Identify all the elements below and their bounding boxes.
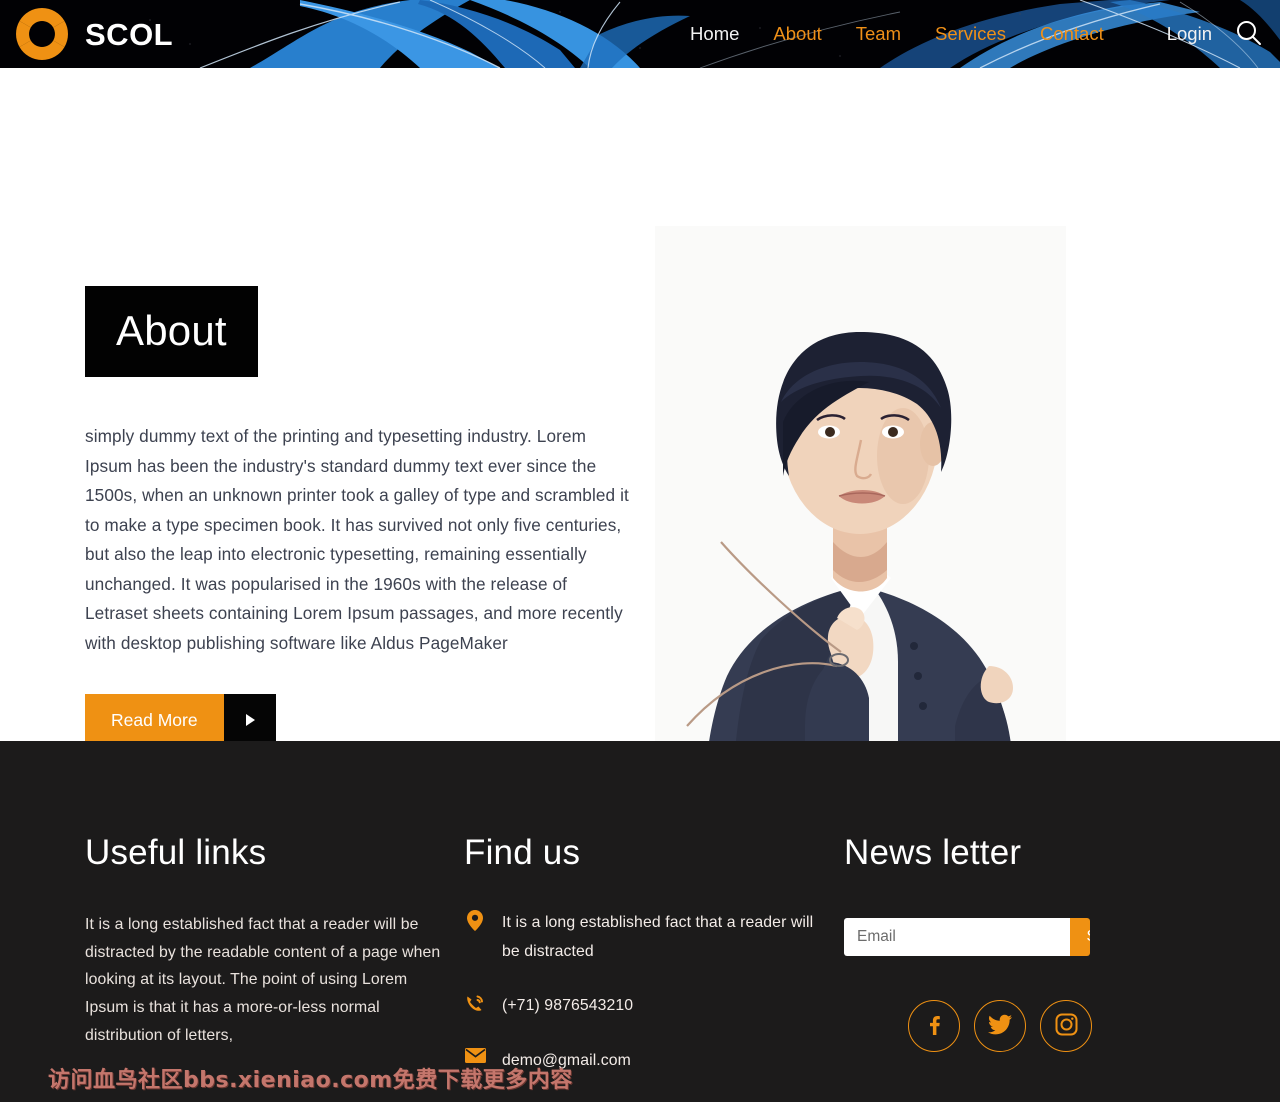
email-input[interactable] bbox=[844, 918, 1070, 956]
businesswoman-portrait bbox=[655, 226, 1066, 809]
nav-item-contact[interactable]: Contact bbox=[1023, 24, 1121, 44]
read-more-play-button[interactable] bbox=[223, 694, 276, 746]
contact-list: It is a long established fact that a rea… bbox=[464, 908, 814, 1075]
envelope-icon bbox=[464, 1046, 486, 1063]
facebook-button[interactable] bbox=[908, 1000, 960, 1052]
contact-address: It is a long established fact that a rea… bbox=[502, 914, 814, 961]
site-footer: Useful links It is a long established fa… bbox=[0, 741, 1280, 1102]
twitter-icon bbox=[988, 1014, 1012, 1039]
nav-item-team[interactable]: Team bbox=[839, 24, 918, 44]
useful-links-text: It is a long established fact that a rea… bbox=[85, 916, 441, 1044]
nav-item-services[interactable]: Services bbox=[918, 24, 1023, 44]
brand-name: SCOL bbox=[85, 16, 174, 52]
useful-links-title: Useful links bbox=[85, 833, 267, 872]
instagram-button[interactable] bbox=[1040, 1000, 1092, 1052]
contact-phone-row[interactable]: (+71) 9876543210 bbox=[464, 991, 814, 1020]
phone-icon bbox=[464, 991, 486, 1013]
brand-logo[interactable]: SCOL bbox=[14, 6, 173, 62]
footer-find-us-column: Find us It is a long established fact th… bbox=[464, 835, 814, 1100]
facebook-icon bbox=[923, 1014, 945, 1039]
search-icon bbox=[1234, 18, 1264, 51]
login-link[interactable]: Login bbox=[1121, 23, 1226, 45]
site-header: SCOL Home About Team Services Contact Lo… bbox=[0, 0, 1280, 68]
page-title: About bbox=[85, 286, 258, 377]
footer-newsletter-column: News letter Subscribe bbox=[844, 835, 1224, 1052]
nav-item-about[interactable]: About bbox=[756, 24, 838, 44]
watermark-text: 访问血鸟社区bbs.xieniao.com免费下载更多内容 bbox=[48, 1068, 573, 1093]
nav-item-home[interactable]: Home bbox=[673, 24, 756, 44]
search-button[interactable] bbox=[1234, 18, 1264, 51]
read-more-group: Read More bbox=[85, 694, 276, 746]
instagram-icon bbox=[1055, 1013, 1078, 1039]
find-us-title: Find us bbox=[464, 833, 581, 872]
newsletter-form: Subscribe bbox=[844, 918, 1090, 956]
twitter-button[interactable] bbox=[974, 1000, 1026, 1052]
read-more-button[interactable]: Read More bbox=[85, 694, 224, 746]
about-section: About simply dummy text of the printing … bbox=[0, 68, 1280, 809]
contact-phone: (+71) 9876543210 bbox=[502, 997, 634, 1015]
main-navigation: Home About Team Services Contact Login bbox=[673, 18, 1280, 51]
newsletter-title: News letter bbox=[844, 833, 1022, 872]
footer-useful-links-column: Useful links It is a long established fa… bbox=[85, 835, 455, 1049]
social-links bbox=[844, 1000, 1224, 1052]
contact-address-row: It is a long established fact that a rea… bbox=[464, 908, 814, 966]
play-triangle-icon bbox=[246, 714, 256, 726]
lifebuoy-ring-icon bbox=[14, 6, 70, 62]
about-text-column: About simply dummy text of the printing … bbox=[85, 286, 645, 659]
subscribe-button[interactable]: Subscribe bbox=[1070, 918, 1090, 956]
about-paragraph: simply dummy text of the printing and ty… bbox=[85, 426, 629, 654]
location-pin-icon bbox=[464, 908, 486, 931]
